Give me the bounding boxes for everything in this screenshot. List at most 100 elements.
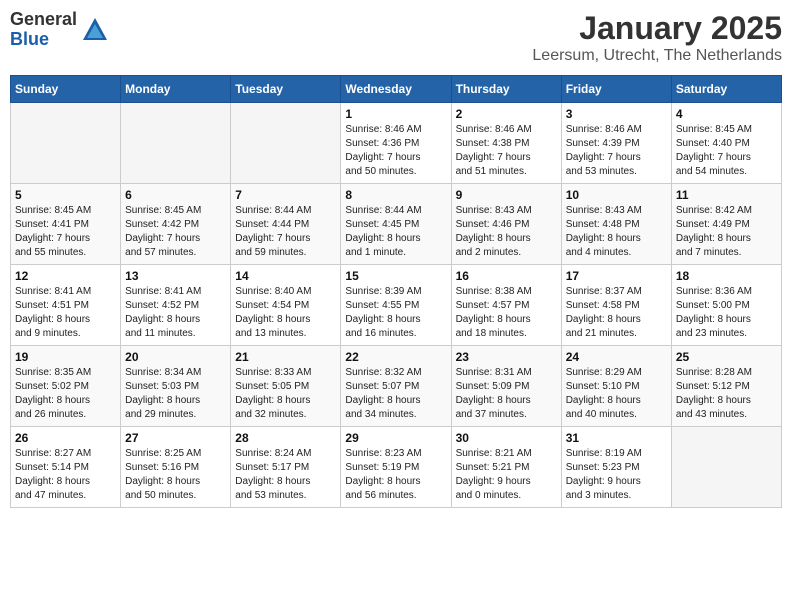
calendar-cell: 10 Sunrise: 8:43 AMSunset: 4:48 PMDayligh… <box>561 184 671 265</box>
day-info: Sunrise: 8:28 AMSunset: 5:12 PMDaylight:… <box>676 366 777 422</box>
day-number: 9 <box>456 188 557 202</box>
day-info: Sunrise: 8:31 AMSunset: 5:09 PMDaylight:… <box>456 366 557 422</box>
day-number: 14 <box>235 269 336 283</box>
calendar-week-1: 1 Sunrise: 8:46 AMSunset: 4:36 PMDaylight… <box>11 103 782 184</box>
calendar-week-2: 5 Sunrise: 8:45 AMSunset: 4:41 PMDaylight… <box>11 184 782 265</box>
calendar-week-5: 26 Sunrise: 8:27 AMSunset: 5:14 PMDayligh… <box>11 427 782 508</box>
day-number: 12 <box>15 269 116 283</box>
day-info: Sunrise: 8:44 AMSunset: 4:44 PMDaylight:… <box>235 204 336 260</box>
day-info: Sunrise: 8:25 AMSunset: 5:16 PMDaylight:… <box>125 447 226 503</box>
calendar-header-wednesday: Wednesday <box>341 76 451 103</box>
calendar-cell: 18 Sunrise: 8:36 AMSunset: 5:00 PMDayligh… <box>671 265 781 346</box>
calendar-week-4: 19 Sunrise: 8:35 AMSunset: 5:02 PMDayligh… <box>11 346 782 427</box>
day-number: 15 <box>345 269 446 283</box>
calendar-cell: 2Sunrise: 8:46 AMSunset: 4:38 PMDaylight… <box>451 103 561 184</box>
page-subtitle: Leersum, Utrecht, The Netherlands <box>532 47 782 65</box>
title-block: January 2025 Leersum, Utrecht, The Nethe… <box>532 10 782 65</box>
day-info: Sunrise: 8:41 AMSunset: 4:51 PMDaylight:… <box>15 285 116 341</box>
calendar-cell: 21Sunrise: 8:33 AMSunset: 5:05 PMDayligh… <box>231 346 341 427</box>
calendar-cell: 26 Sunrise: 8:27 AMSunset: 5:14 PMDayligh… <box>11 427 121 508</box>
day-number: 23 <box>456 350 557 364</box>
day-info: Sunrise: 8:19 AMSunset: 5:23 PMDaylight:… <box>566 447 667 503</box>
day-number: 17 <box>566 269 667 283</box>
calendar-cell: 5 Sunrise: 8:45 AMSunset: 4:41 PMDaylight… <box>11 184 121 265</box>
logo: General Blue <box>10 10 109 50</box>
day-info: Sunrise: 8:45 AMSunset: 4:40 PMDaylight:… <box>676 123 777 179</box>
day-number: 28 <box>235 431 336 445</box>
calendar-cell: 20Sunrise: 8:34 AMSunset: 5:03 PMDayligh… <box>121 346 231 427</box>
day-number: 5 <box>15 188 116 202</box>
calendar-header-friday: Friday <box>561 76 671 103</box>
calendar-header-saturday: Saturday <box>671 76 781 103</box>
day-info: Sunrise: 8:39 AMSunset: 4:55 PMDaylight:… <box>345 285 446 341</box>
calendar-cell: 7 Sunrise: 8:44 AMSunset: 4:44 PMDaylight… <box>231 184 341 265</box>
day-info: Sunrise: 8:43 AMSunset: 4:46 PMDaylight:… <box>456 204 557 260</box>
day-number: 1 <box>345 107 446 121</box>
day-info: Sunrise: 8:42 AMSunset: 4:49 PMDaylight:… <box>676 204 777 260</box>
day-info: Sunrise: 8:40 AMSunset: 4:54 PMDaylight:… <box>235 285 336 341</box>
day-info: Sunrise: 8:35 AMSunset: 5:02 PMDaylight:… <box>15 366 116 422</box>
logo-icon <box>81 16 109 44</box>
calendar-header-monday: Monday <box>121 76 231 103</box>
calendar-header-tuesday: Tuesday <box>231 76 341 103</box>
day-number: 18 <box>676 269 777 283</box>
day-number: 24 <box>566 350 667 364</box>
day-info: Sunrise: 8:45 AMSunset: 4:42 PMDaylight:… <box>125 204 226 260</box>
day-number: 8 <box>345 188 446 202</box>
page-title: January 2025 <box>532 10 782 47</box>
calendar-cell: 22 Sunrise: 8:32 AMSunset: 5:07 PMDayligh… <box>341 346 451 427</box>
day-number: 25 <box>676 350 777 364</box>
day-info: Sunrise: 8:38 AMSunset: 4:57 PMDaylight:… <box>456 285 557 341</box>
calendar-cell: 9 Sunrise: 8:43 AMSunset: 4:46 PMDaylight… <box>451 184 561 265</box>
calendar-header-thursday: Thursday <box>451 76 561 103</box>
calendar-cell: 13Sunrise: 8:41 AMSunset: 4:52 PMDayligh… <box>121 265 231 346</box>
calendar-cell: 3Sunrise: 8:46 AMSunset: 4:39 PMDaylight… <box>561 103 671 184</box>
calendar-cell: 14 Sunrise: 8:40 AMSunset: 4:54 PMDayligh… <box>231 265 341 346</box>
day-number: 7 <box>235 188 336 202</box>
day-number: 29 <box>345 431 446 445</box>
calendar-cell: 23 Sunrise: 8:31 AMSunset: 5:09 PMDayligh… <box>451 346 561 427</box>
day-info: Sunrise: 8:27 AMSunset: 5:14 PMDaylight:… <box>15 447 116 503</box>
day-info: Sunrise: 8:21 AMSunset: 5:21 PMDaylight:… <box>456 447 557 503</box>
day-info: Sunrise: 8:36 AMSunset: 5:00 PMDaylight:… <box>676 285 777 341</box>
calendar-cell <box>11 103 121 184</box>
calendar-header-row: SundayMondayTuesdayWednesdayThursdayFrid… <box>11 76 782 103</box>
calendar-cell: 28Sunrise: 8:24 AMSunset: 5:17 PMDayligh… <box>231 427 341 508</box>
calendar-cell: 12 Sunrise: 8:41 AMSunset: 4:51 PMDayligh… <box>11 265 121 346</box>
day-number: 22 <box>345 350 446 364</box>
day-info: Sunrise: 8:41 AMSunset: 4:52 PMDaylight:… <box>125 285 226 341</box>
calendar-cell: 31Sunrise: 8:19 AMSunset: 5:23 PMDayligh… <box>561 427 671 508</box>
calendar-cell: 1 Sunrise: 8:46 AMSunset: 4:36 PMDaylight… <box>341 103 451 184</box>
logo-general-text: General <box>10 10 77 30</box>
calendar-cell: 30 Sunrise: 8:21 AMSunset: 5:21 PMDayligh… <box>451 427 561 508</box>
day-number: 11 <box>676 188 777 202</box>
day-number: 19 <box>15 350 116 364</box>
day-number: 30 <box>456 431 557 445</box>
calendar-cell: 6Sunrise: 8:45 AMSunset: 4:42 PMDaylight… <box>121 184 231 265</box>
day-info: Sunrise: 8:32 AMSunset: 5:07 PMDaylight:… <box>345 366 446 422</box>
day-number: 3 <box>566 107 667 121</box>
calendar-table: SundayMondayTuesdayWednesdayThursdayFrid… <box>10 75 782 508</box>
day-number: 21 <box>235 350 336 364</box>
calendar-cell <box>671 427 781 508</box>
calendar-cell: 29Sunrise: 8:23 AMSunset: 5:19 PMDayligh… <box>341 427 451 508</box>
day-info: Sunrise: 8:45 AMSunset: 4:41 PMDaylight:… <box>15 204 116 260</box>
logo-blue-text: Blue <box>10 30 77 50</box>
day-number: 10 <box>566 188 667 202</box>
calendar-cell: 16 Sunrise: 8:38 AMSunset: 4:57 PMDayligh… <box>451 265 561 346</box>
day-info: Sunrise: 8:43 AMSunset: 4:48 PMDaylight:… <box>566 204 667 260</box>
calendar-cell: 19 Sunrise: 8:35 AMSunset: 5:02 PMDayligh… <box>11 346 121 427</box>
day-info: Sunrise: 8:37 AMSunset: 4:58 PMDaylight:… <box>566 285 667 341</box>
day-number: 27 <box>125 431 226 445</box>
day-info: Sunrise: 8:46 AMSunset: 4:36 PMDaylight:… <box>345 123 446 179</box>
day-number: 16 <box>456 269 557 283</box>
calendar-cell <box>231 103 341 184</box>
day-number: 4 <box>676 107 777 121</box>
calendar-cell: 24Sunrise: 8:29 AMSunset: 5:10 PMDayligh… <box>561 346 671 427</box>
day-number: 26 <box>15 431 116 445</box>
calendar-header-sunday: Sunday <box>11 76 121 103</box>
day-number: 20 <box>125 350 226 364</box>
calendar-cell <box>121 103 231 184</box>
day-info: Sunrise: 8:46 AMSunset: 4:38 PMDaylight:… <box>456 123 557 179</box>
calendar-cell: 8Sunrise: 8:44 AMSunset: 4:45 PMDaylight… <box>341 184 451 265</box>
